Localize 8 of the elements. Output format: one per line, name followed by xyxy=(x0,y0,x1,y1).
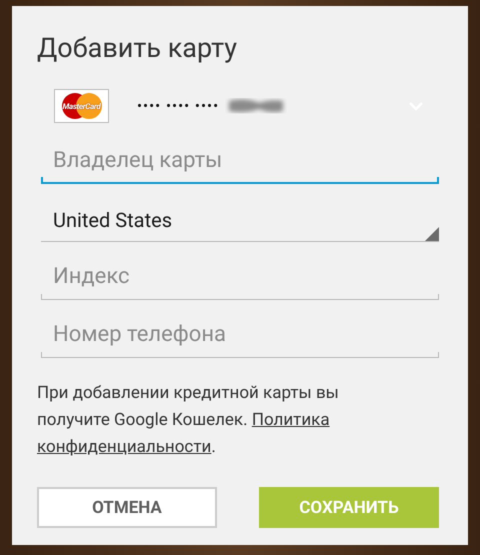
privacy-policy-link[interactable]: Политика xyxy=(252,410,330,430)
cancel-button[interactable]: ОТМЕНА xyxy=(37,487,217,528)
card-number: •••• •••• •••• xyxy=(137,97,220,115)
dialog-title: Добавить карту xyxy=(37,31,238,66)
privacy-policy-link[interactable]: конфиденциальности xyxy=(37,437,212,457)
dropdown-triangle-icon xyxy=(425,227,439,241)
country-select[interactable]: United States xyxy=(41,202,439,242)
notice-text: При добавлении кредитной карты вы получите Google Кошелек. Политика конфиденциальности. xyxy=(37,382,340,459)
